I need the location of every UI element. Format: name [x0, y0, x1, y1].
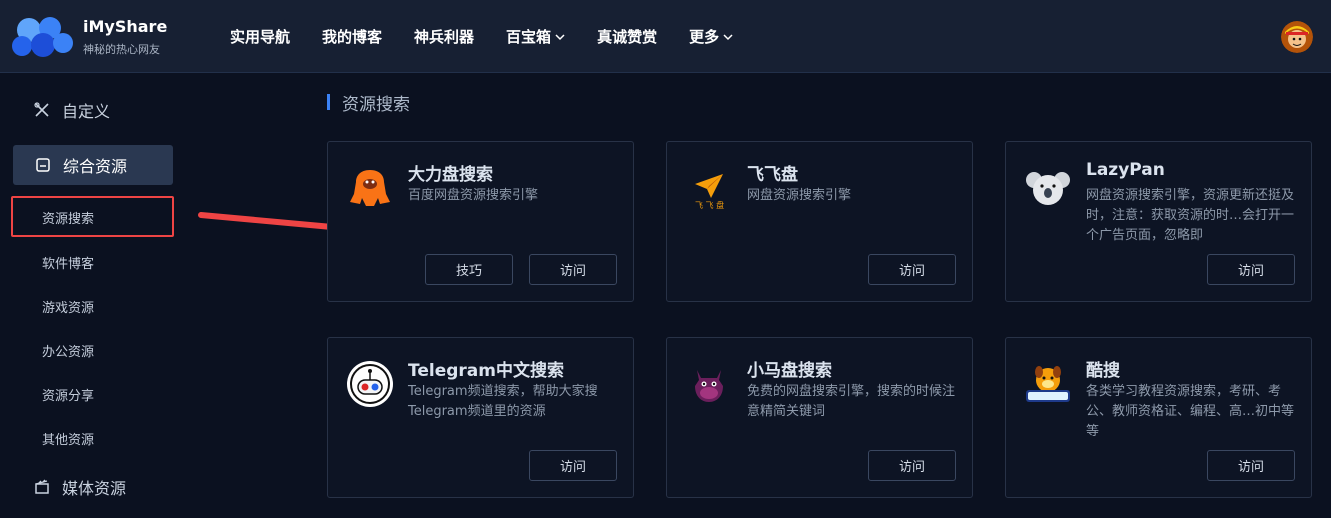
sidebar-subitem-office[interactable]: 办公资源 — [42, 341, 94, 360]
user-avatar-icon[interactable] — [1281, 21, 1313, 53]
sidebar-label: 自定义 — [62, 102, 111, 121]
sidebar-subitem-other[interactable]: 其他资源 — [42, 429, 94, 448]
visit-button[interactable]: 访问 — [1207, 450, 1295, 481]
visit-button[interactable]: 访问 — [529, 254, 617, 285]
resource-card-dalipan[interactable]: 大力盘搜索 百度网盘资源搜索引擎 技巧 访问 — [327, 141, 634, 302]
sidebar-item-custom[interactable]: 自定义 — [34, 98, 110, 122]
resource-card-lazypan[interactable]: LazyPan 网盘资源搜索引擎，资源更新还挺及时，注意：获取资源的时…会打开一… — [1005, 141, 1312, 302]
sidebar: 自定义 综合资源 资源搜索 软件博客 游戏资源 办公资源 资源分享 其他资源 媒… — [0, 73, 190, 518]
telegram-robot-icon — [347, 361, 393, 407]
visit-button[interactable]: 访问 — [529, 450, 617, 481]
card-description: 免费的网盘搜索引擎，搜索的时候注意精简关键词 — [747, 384, 956, 419]
koala-icon — [1026, 172, 1070, 205]
chevron-down-icon — [723, 33, 733, 40]
nav-item-5[interactable]: 真诚赞赏 — [597, 26, 657, 47]
card-title: Telegram中文搜索 — [408, 361, 564, 381]
card-title: 飞飞盘 — [747, 165, 798, 185]
card-description: 网盘资源搜索引擎 — [747, 188, 852, 203]
resource-card-telegram[interactable]: Telegram中文搜索 Telegram频道搜索，帮助大家搜Telegram频… — [327, 337, 634, 498]
sidebar-item-media[interactable]: 媒体资源 — [34, 475, 126, 499]
logo-icon[interactable] — [12, 14, 74, 58]
svg-text:飞 飞 盘: 飞 飞 盘 — [695, 200, 724, 210]
nav-item-1[interactable]: 实用导航 — [230, 26, 290, 47]
resource-card-kousou[interactable]: 酷搜 各类学习教程资源搜索，考研、考公、教师资格证、编程、高…初中等等 访问 — [1005, 337, 1312, 498]
folder-icon — [36, 158, 50, 172]
sidebar-label: 媒体资源 — [62, 479, 127, 498]
card-title: LazyPan — [1086, 160, 1165, 180]
resource-card-xiaomapan[interactable]: 小马盘搜索 免费的网盘搜索引擎，搜索的时候注意精简关键词 访问 — [666, 337, 973, 498]
visit-button[interactable]: 访问 — [868, 450, 956, 481]
nav-label: 我的博客 — [322, 28, 383, 46]
gorilla-icon — [350, 170, 390, 206]
paper-plane-icon: 飞 飞 盘 — [695, 174, 724, 210]
card-description: Telegram频道搜索，帮助大家搜Telegram频道里的资源 — [408, 384, 598, 419]
nav-item-4[interactable]: 百宝箱 — [506, 26, 565, 47]
sidebar-subitem-resource-search[interactable]: 资源搜索 — [42, 208, 94, 227]
visit-button[interactable]: 访问 — [1207, 254, 1295, 285]
nav-item-3[interactable]: 神兵利器 — [414, 26, 474, 47]
pony-icon — [695, 370, 723, 402]
sidebar-label: 综合资源 — [63, 157, 128, 176]
tools-icon — [34, 102, 49, 117]
card-description: 百度网盘资源搜索引擎 — [408, 188, 539, 203]
nav-label: 更多 — [689, 28, 720, 46]
section-title: 资源搜索 — [327, 92, 410, 115]
nav-label: 百宝箱 — [506, 28, 552, 46]
sidebar-item-comprehensive[interactable]: 综合资源 — [13, 145, 173, 185]
chevron-down-icon — [555, 33, 565, 40]
sidebar-subitem-software-blog[interactable]: 软件博客 — [42, 253, 94, 272]
top-header: iMyShare 神秘的热心网友 实用导航 我的博客 神兵利器 百宝箱 真诚赞赏… — [0, 0, 1331, 73]
card-title: 酷搜 — [1086, 361, 1120, 381]
card-title: 大力盘搜索 — [408, 165, 493, 185]
kousou-dog-icon — [1026, 366, 1070, 402]
nav-item-6[interactable]: 更多 — [689, 26, 733, 47]
card-description: 各类学习教程资源搜索，考研、考公、教师资格证、编程、高…初中等等 — [1086, 384, 1295, 439]
film-icon — [35, 479, 49, 494]
nav-label: 神兵利器 — [414, 28, 475, 46]
nav-label: 实用导航 — [230, 28, 291, 46]
sidebar-subitem-share[interactable]: 资源分享 — [42, 385, 94, 404]
resource-card-feifeipan[interactable]: 飞 飞 盘 飞飞盘 网盘资源搜索引擎 访问 — [666, 141, 973, 302]
tips-button[interactable]: 技巧 — [425, 254, 513, 285]
main-nav: 实用导航 我的博客 神兵利器 百宝箱 真诚赞赏 更多 — [230, 0, 765, 73]
nav-label: 真诚赞赏 — [597, 28, 658, 46]
nav-item-2[interactable]: 我的博客 — [322, 26, 382, 47]
card-title: 小马盘搜索 — [747, 361, 832, 381]
brand-name[interactable]: iMyShare — [83, 17, 167, 36]
brand-subtitle: 神秘的热心网友 — [83, 43, 160, 56]
sidebar-subitem-game[interactable]: 游戏资源 — [42, 297, 94, 316]
section-title-text: 资源搜索 — [342, 94, 410, 115]
visit-button[interactable]: 访问 — [868, 254, 956, 285]
card-description: 网盘资源搜索引擎，资源更新还挺及时，注意：获取资源的时…会打开一个广告页面，忽略… — [1086, 188, 1295, 243]
accent-bar — [327, 94, 330, 110]
